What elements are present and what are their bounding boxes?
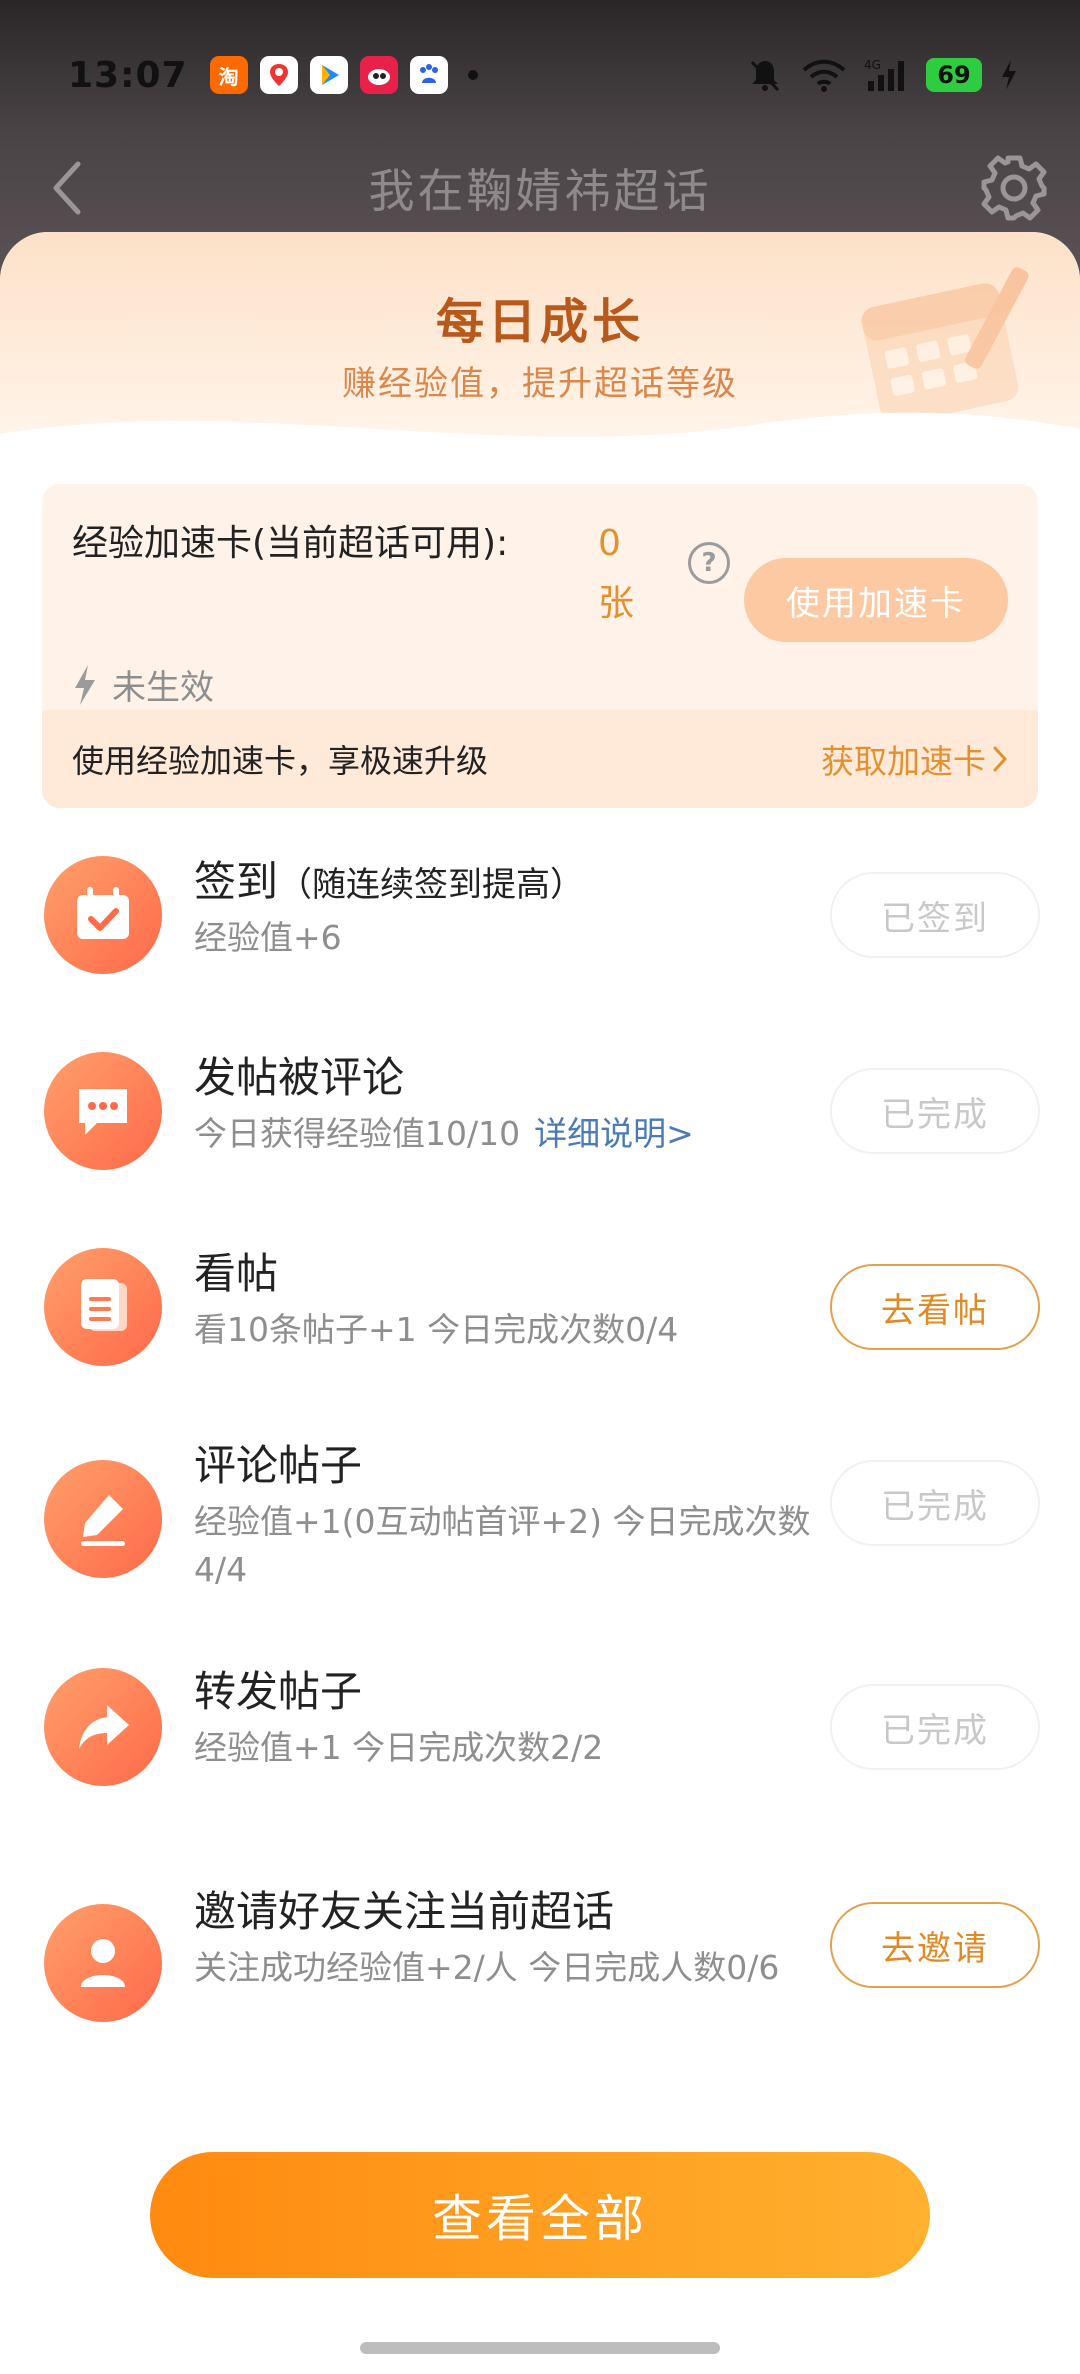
chevron-left-icon bbox=[53, 161, 81, 215]
task-row-read-posts: 看帖 看10条帖子+1 今日完成次数0/4 去看帖 bbox=[0, 1232, 1080, 1382]
view-all-button[interactable]: 查看全部 bbox=[150, 2152, 930, 2278]
task-desc-text: 今日获得经验值10/10 bbox=[194, 1114, 521, 1153]
use-accelerator-button[interactable]: 使用加速卡 bbox=[744, 558, 1008, 642]
task-row-repost: 转发帖子 经验值+1 今日完成次数2/2 已完成 bbox=[0, 1652, 1080, 1802]
chat-bubble-icon bbox=[44, 1052, 162, 1170]
comment-posts-done-button[interactable]: 已完成 bbox=[830, 1460, 1040, 1546]
battery-indicator: 69 bbox=[926, 58, 982, 92]
person-icon bbox=[44, 1904, 162, 2022]
accelerator-status-text: 未生效 bbox=[112, 668, 214, 708]
more-notifications-dot bbox=[467, 70, 478, 80]
baidu-icon bbox=[409, 56, 448, 94]
task-desc: 关注成功经验值+2/人 今日完成人数0/6 bbox=[194, 1948, 780, 1987]
accelerator-card: 经验加速卡(当前超话可用): 0 张 ? 使用加速卡 未生效 使用经验加速卡，享… bbox=[42, 484, 1038, 808]
home-indicator[interactable] bbox=[360, 2342, 720, 2354]
get-accelerator-link[interactable]: 获取加速卡 bbox=[821, 735, 1008, 783]
task-title: 签到（随连续签到提高） bbox=[194, 848, 584, 909]
nav-bar: 我在鞠婧祎超话 bbox=[0, 140, 1080, 236]
task-desc: 今日获得经验值10/10 详细说明> bbox=[194, 1110, 824, 1158]
accelerator-count-value: 0 bbox=[598, 523, 621, 564]
status-bar: 13:07 淘 4G 69 bbox=[0, 40, 1080, 110]
task-desc: 看10条帖子+1 今日完成次数0/4 bbox=[194, 1310, 679, 1349]
lightning-icon bbox=[75, 664, 95, 705]
accelerator-promo: 使用经验加速卡，享极速升级 获取加速卡 bbox=[42, 710, 1038, 808]
task-desc: 经验值+1(0互动帖首评+2) 今日完成次数4/4 bbox=[194, 1502, 811, 1589]
cellular-signal-icon: 4G bbox=[864, 58, 904, 91]
calendar-check-icon bbox=[44, 856, 162, 974]
read-posts-button[interactable]: 去看帖 bbox=[830, 1264, 1040, 1350]
accelerator-status: 未生效 bbox=[72, 660, 214, 709]
accelerator-card-count: 0 张 bbox=[598, 514, 658, 634]
settings-button[interactable] bbox=[976, 150, 1052, 226]
task-title-note: （随连续签到提高） bbox=[278, 865, 585, 905]
page-title: 我在鞠婧祎超话 bbox=[368, 164, 712, 218]
weibo-icon bbox=[359, 56, 398, 94]
task-desc: 经验值+1 今日完成次数2/2 bbox=[194, 1728, 604, 1767]
accelerator-card-label: 经验加速卡(当前超话可用): bbox=[72, 523, 509, 564]
charging-bolt-icon bbox=[1002, 60, 1016, 90]
get-accelerator-link-label: 获取加速卡 bbox=[821, 742, 986, 781]
svg-text:4G: 4G bbox=[864, 58, 881, 72]
gear-icon bbox=[981, 155, 1047, 221]
checkin-done-button[interactable]: 已签到 bbox=[830, 872, 1040, 958]
task-row-invite-friends: 邀请好友关注当前超话 关注成功经验值+2/人 今日完成人数0/6 去邀请 bbox=[0, 1872, 1080, 2052]
chevron-right-icon bbox=[993, 746, 1008, 772]
header-wave bbox=[0, 412, 1080, 464]
task-row-checkin: 签到（随连续签到提高） 经验值+6 已签到 bbox=[0, 840, 1080, 990]
notification-icons: 淘 bbox=[209, 56, 478, 94]
pencil-icon bbox=[44, 1460, 162, 1578]
back-button[interactable] bbox=[36, 158, 96, 218]
help-icon[interactable]: ? bbox=[688, 542, 730, 584]
share-arrow-icon bbox=[44, 1668, 162, 1786]
repost-done-button[interactable]: 已完成 bbox=[830, 1684, 1040, 1770]
details-link[interactable]: 详细说明> bbox=[534, 1114, 694, 1153]
accelerator-promo-text: 使用经验加速卡，享极速升级 bbox=[72, 742, 489, 780]
taobao-icon: 淘 bbox=[209, 56, 248, 94]
mute-bell-icon bbox=[750, 60, 780, 92]
video-icon bbox=[309, 56, 348, 94]
document-icon bbox=[44, 1248, 162, 1366]
wifi-icon bbox=[802, 59, 846, 92]
map-icon bbox=[259, 56, 298, 94]
post-commented-done-button[interactable]: 已完成 bbox=[830, 1068, 1040, 1154]
task-row-comment-posts: 评论帖子 经验值+1(0互动帖首评+2) 今日完成次数4/4 已完成 bbox=[0, 1428, 1080, 1608]
task-row-post-commented: 发帖被评论 今日获得经验值10/10 详细说明> 已完成 bbox=[0, 1036, 1080, 1186]
task-title: 发帖被评论 bbox=[194, 1053, 405, 1102]
task-title: 看帖 bbox=[194, 1249, 279, 1298]
task-title: 评论帖子 bbox=[194, 1441, 363, 1490]
daily-growth-sheet: 每日成长 赚经验值，提升超话等级 经验加速卡(当前超话可用): 0 张 ? 使用… bbox=[0, 232, 1080, 2374]
sheet-header: 每日成长 赚经验值，提升超话等级 bbox=[0, 232, 1080, 464]
accelerator-count-unit: 张 bbox=[598, 583, 635, 624]
status-right: 4G 69 bbox=[746, 56, 1018, 94]
task-desc: 经验值+6 bbox=[194, 918, 342, 957]
status-time: 13:07 bbox=[68, 54, 188, 96]
task-title: 转发帖子 bbox=[194, 1667, 363, 1716]
task-title: 邀请好友关注当前超话 bbox=[194, 1887, 615, 1936]
task-title-text: 签到 bbox=[194, 857, 279, 906]
invite-button[interactable]: 去邀请 bbox=[830, 1902, 1040, 1988]
